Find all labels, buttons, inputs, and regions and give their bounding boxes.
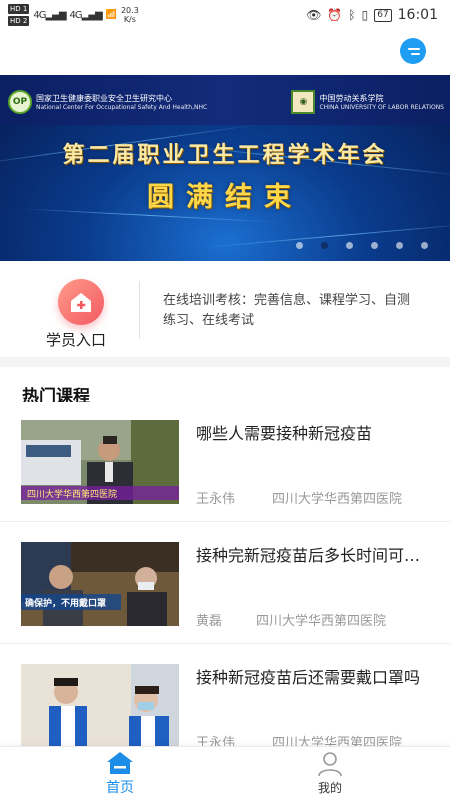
course-teacher: 王永伟 bbox=[196, 492, 236, 507]
entry-description: 在线培训考核：完善信息、课程学习、自测练习、在线考试 bbox=[163, 293, 411, 328]
section-divider bbox=[0, 357, 450, 367]
carousel-dot[interactable] bbox=[421, 242, 428, 249]
entry-divider bbox=[139, 281, 140, 339]
course-hospital: 四川大学华西第四医院 bbox=[272, 492, 403, 507]
org-right-cn: 中国劳动关系学院 bbox=[319, 94, 384, 103]
nav-home[interactable]: 首页 bbox=[80, 751, 160, 799]
user-icon bbox=[318, 752, 342, 777]
bluetooth-icon: ᛒ bbox=[348, 8, 356, 22]
eye-icon: 👁 bbox=[306, 8, 322, 22]
banner-subtitle: 圆满结束 bbox=[147, 182, 303, 213]
carousel-indicator bbox=[296, 242, 428, 249]
org-right: ◉ 中国劳动关系学院 CHINA UNIVERSITY OF LABOR REL… bbox=[291, 90, 444, 114]
hd-indicator: HD 1 HD 2 bbox=[8, 3, 30, 27]
hd2-label: HD 2 bbox=[8, 16, 30, 26]
student-entry-button[interactable]: 学员入口 bbox=[46, 329, 106, 350]
status-bar: HD 1 HD 2 4G▂▄▆ 4G▂▄▆ 📶 20.3 K/s 👁 ⏰ ᛒ ▯… bbox=[0, 0, 450, 30]
course-title[interactable]: 接种新冠疫苗后还需要戴口罩吗 bbox=[196, 664, 426, 688]
nav-home-label: 首页 bbox=[106, 780, 134, 796]
thumb-caption: 四川大学华西第四医院 bbox=[27, 488, 117, 500]
course-thumbnail[interactable] bbox=[21, 664, 179, 748]
org-left-en: National Center For Occupational Safety … bbox=[36, 104, 208, 111]
course-thumbnail[interactable]: 确保护，不用戴口罩 bbox=[21, 542, 179, 626]
home-plus-icon[interactable] bbox=[58, 279, 104, 325]
carousel-dot[interactable] bbox=[346, 242, 353, 249]
status-right: 👁 ⏰ ᛒ ▯ 67 16:01 bbox=[306, 7, 438, 23]
course-title[interactable]: 接种完新冠疫苗后多长时间可以不戴口罩 bbox=[196, 542, 426, 566]
wifi-icon: 📶 bbox=[105, 10, 117, 20]
org-left-cn: 国家卫生健康委职业安全卫生研究中心 bbox=[36, 94, 172, 103]
nav-mine[interactable]: 我的 bbox=[290, 751, 370, 799]
battery-icon: 67 bbox=[374, 8, 392, 22]
org-left: OP 国家卫生健康委职业安全卫生研究中心 National Center For… bbox=[8, 90, 207, 114]
app-header bbox=[0, 30, 450, 74]
signal1-icon: 4G▂▄▆ bbox=[33, 9, 66, 21]
carousel-dot-active[interactable] bbox=[321, 242, 328, 249]
course-teacher: 黄磊 bbox=[196, 614, 223, 629]
student-entry-section: 学员入口 在线培训考核：完善信息、课程学习、自测练习、在线考试 bbox=[0, 261, 450, 357]
banner-title: 第二届职业卫生工程学术年会 bbox=[62, 142, 388, 168]
carousel-dot[interactable] bbox=[396, 242, 403, 249]
culr-logo-icon: ◉ bbox=[291, 90, 316, 114]
thumb-caption: 确保护，不用戴口罩 bbox=[25, 597, 106, 609]
nhc-logo-icon: OP bbox=[8, 90, 32, 114]
nav-mine-label: 我的 bbox=[317, 781, 342, 795]
signal2-icon: 4G▂▄▆ bbox=[69, 9, 103, 21]
course-title[interactable]: 哪些人需要接种新冠疫苗 bbox=[196, 420, 426, 444]
course-item[interactable]: 四川大学华西第四医院 哪些人需要接种新冠疫苗 王永伟 四川大学华西第四医院 bbox=[0, 402, 450, 522]
org-right-en: CHINA UNIVERSITY OF LABOR RELATIONS bbox=[319, 104, 444, 111]
course-thumbnail[interactable]: 四川大学华西第四医院 bbox=[21, 420, 179, 504]
hd1-label: HD 1 bbox=[8, 4, 30, 14]
vibrate-icon: ▯ bbox=[361, 8, 369, 22]
carousel-dot[interactable] bbox=[371, 242, 378, 249]
home-icon bbox=[107, 752, 133, 774]
status-left: HD 1 HD 2 4G▂▄▆ 4G▂▄▆ 📶 20.3 K/s bbox=[8, 3, 139, 27]
alarm-icon: ⏰ bbox=[327, 8, 343, 22]
course-item[interactable]: 确保护，不用戴口罩 接种完新冠疫苗后多长时间可以不戴口罩 黄磊 四川大学华西第四… bbox=[0, 524, 450, 644]
banner-carousel[interactable]: OP 国家卫生健康委职业安全卫生研究中心 National Center For… bbox=[0, 75, 450, 261]
message-icon[interactable] bbox=[400, 38, 426, 64]
course-hospital: 四川大学华西第四医院 bbox=[256, 614, 387, 629]
bottom-nav: 首页 我的 bbox=[0, 746, 450, 800]
network-speed: 20.3 K/s bbox=[120, 6, 139, 24]
carousel-dot[interactable] bbox=[296, 242, 303, 249]
clock: 16:01 bbox=[397, 7, 438, 23]
